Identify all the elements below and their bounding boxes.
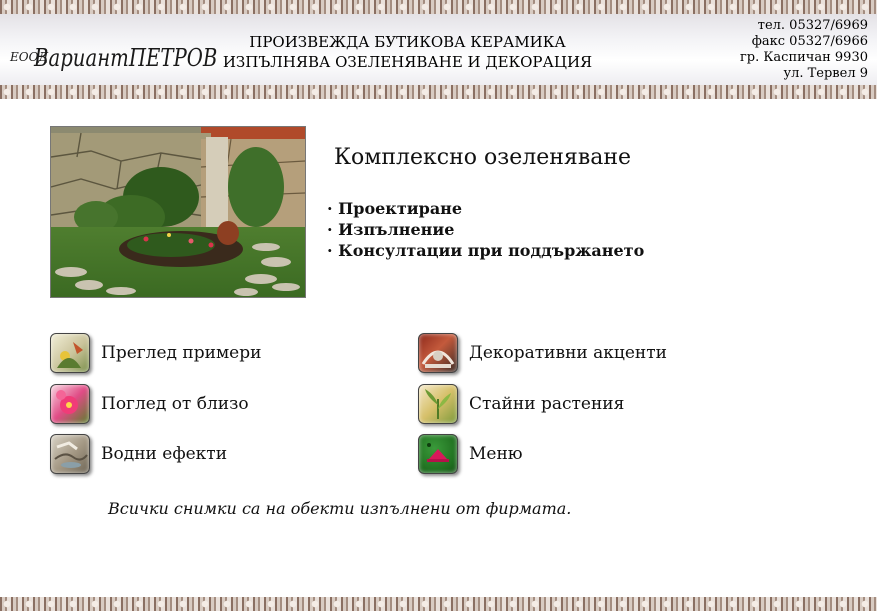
nav-link-water-effects[interactable]: Водни ефекти [50,433,227,475]
garden-photo [50,126,306,298]
service-item-execution: · Изпълнение [327,220,455,239]
nav-label-menu: Меню [469,444,523,464]
nav-link-menu[interactable]: Меню [418,433,523,475]
nav-label-house-plants: Стайни растения [469,394,625,414]
nav-link-examples[interactable]: Преглед примери [50,332,261,374]
service-item-consulting: · Консултации при поддържането [327,241,645,260]
fax: факс 05327/6966 [751,34,868,49]
slogan-line-1: ПРОИЗВЕЖДА БУТИКОВА КЕРАМИКА [249,33,566,51]
slogan: ПРОИЗВЕЖДА БУТИКОВА КЕРАМИКА ИЗПЪЛНЯВА О… [200,32,615,72]
services-list: · Проектиране · Изпълнение · Консултации… [327,198,644,261]
nav-label-water-effects: Водни ефекти [101,444,228,464]
logo-name: ВариантПЕТРОВ [34,44,218,72]
plant-thumb-icon [418,384,458,424]
nav-link-decor-accents[interactable]: Декоративни акценти [418,332,667,374]
section-title: Комплексно озеленяване [334,145,631,170]
water-thumb-icon [50,434,90,474]
decorative-border-top [0,0,877,14]
decorative-border-header-bottom [0,85,877,99]
garden-photo-image [51,127,305,297]
flower-thumb-icon [50,384,90,424]
service-item-design: · Проектиране [327,199,463,218]
nav-link-closeup[interactable]: Поглед от близо [50,383,249,425]
menu-home-icon [418,434,458,474]
nav-label-closeup: Поглед от близо [101,394,249,414]
nav-link-house-plants[interactable]: Стайни растения [418,383,624,425]
footnote: Всички снимки са на обекти изпълнени от … [108,499,572,518]
phone: тел. 05327/6969 [757,18,868,33]
contact-info: тел. 05327/6969 факс 05327/6966 гр. Касп… [740,18,868,82]
slogan-line-2: ИЗПЪЛНЯВА ОЗЕЛЕНЯВАНЕ И ДЕКОРАЦИЯ [222,53,593,71]
decorative-border-bottom [0,597,877,611]
garden-thumb-icon [50,333,90,373]
nav-label-examples: Преглед примери [101,343,262,363]
city: гр. Каспичан 9930 [739,50,868,65]
street: ул. Тервел 9 [783,66,868,81]
nav-label-decor-accents: Декоративни акценти [469,343,667,363]
decor-thumb-icon [418,333,458,373]
